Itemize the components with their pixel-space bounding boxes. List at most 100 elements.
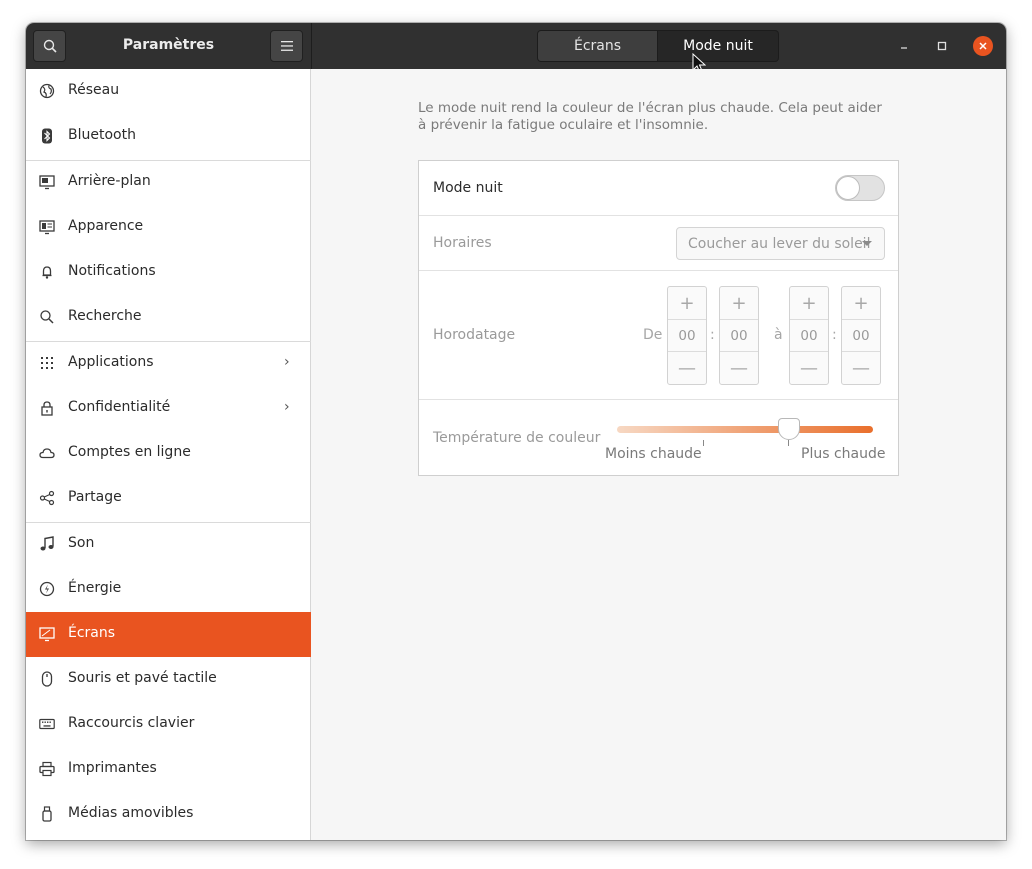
maximize-button[interactable] <box>932 36 952 56</box>
sidebar: Réseau Bluetooth Arrière-plan Apparence … <box>26 69 311 840</box>
chevron-down-icon <box>862 241 872 246</box>
decrement-button[interactable]: — <box>842 352 880 384</box>
sidebar-item-label: Recherche <box>68 308 142 324</box>
time-separator: : <box>710 327 715 343</box>
to-label: à <box>774 327 783 343</box>
temperature-label: Température de couleur <box>433 430 601 446</box>
sidebar-item-label: Applications <box>68 354 154 370</box>
schedule-dropdown[interactable]: Coucher au lever du soleil <box>676 227 885 260</box>
from-minutes-spinner[interactable]: + 00 — <box>719 286 759 385</box>
sidebar-item-imprimantes[interactable]: Imprimantes <box>26 747 311 792</box>
times-label: Horodatage <box>433 327 516 343</box>
power-icon <box>39 581 55 597</box>
temperature-slider-handle[interactable] <box>777 418 800 440</box>
keyboard-icon <box>39 718 55 730</box>
tab-mode-nuit[interactable]: Mode nuit <box>658 30 779 62</box>
mode-nuit-switch[interactable] <box>835 175 885 201</box>
sidebar-item-reseau[interactable]: Réseau <box>26 69 311 114</box>
to-minutes-value[interactable]: 00 <box>842 319 880 352</box>
sidebar-item-label: Souris et pavé tactile <box>68 670 217 686</box>
temperature-max-label: Plus chaude <box>801 446 886 462</box>
sidebar-item-ecrans[interactable]: Écrans <box>26 612 311 657</box>
minimize-button[interactable] <box>894 36 914 56</box>
sidebar-item-label: Notifications <box>68 263 156 279</box>
temperature-slider-track[interactable] <box>617 426 873 433</box>
increment-button[interactable]: + <box>668 287 706 319</box>
sidebar-item-applications[interactable]: Applications › <box>26 341 311 386</box>
lock-icon <box>41 401 53 416</box>
chevron-right-icon: › <box>284 354 290 370</box>
sidebar-item-label: Apparence <box>68 218 144 234</box>
sidebar-item-arriere-plan[interactable]: Arrière-plan <box>26 160 311 205</box>
sidebar-item-label: Comptes en ligne <box>68 444 191 460</box>
maximize-icon <box>937 41 947 51</box>
menu-button[interactable] <box>270 30 303 62</box>
share-icon <box>39 490 55 506</box>
temperature-min-label: Moins chaude <box>605 446 702 462</box>
sidebar-item-souris[interactable]: Souris et pavé tactile <box>26 657 311 702</box>
settings-window: Paramètres Écrans Mode nuit Réseau Bluet… <box>26 23 1006 840</box>
globe-icon <box>39 83 55 99</box>
minimize-icon <box>901 47 907 49</box>
sidebar-item-raccourcis[interactable]: Raccourcis clavier <box>26 702 311 747</box>
row-separator <box>419 215 898 216</box>
close-button[interactable] <box>973 36 993 56</box>
sidebar-item-label: Médias amovibles <box>68 805 194 821</box>
sidebar-item-partage[interactable]: Partage <box>26 476 311 521</box>
slider-mark <box>703 440 704 446</box>
decrement-button[interactable]: — <box>790 352 828 384</box>
sidebar-item-bluetooth[interactable]: Bluetooth <box>26 114 311 159</box>
tab-ecrans[interactable]: Écrans <box>537 30 658 62</box>
sidebar-item-label: Imprimantes <box>68 760 157 776</box>
close-icon <box>979 42 987 50</box>
chevron-right-icon: › <box>284 399 290 415</box>
from-hours-spinner[interactable]: + 00 — <box>667 286 707 385</box>
view-switcher: Écrans Mode nuit <box>537 30 779 62</box>
to-minutes-spinner[interactable]: + 00 — <box>841 286 881 385</box>
app-title: Paramètres <box>122 37 215 53</box>
to-hours-spinner[interactable]: + 00 — <box>789 286 829 385</box>
display-icon <box>39 627 55 642</box>
sidebar-item-comptes-en-ligne[interactable]: Comptes en ligne <box>26 431 311 476</box>
sidebar-item-notifications[interactable]: Notifications <box>26 250 311 295</box>
night-light-panel: Le mode nuit rend la couleur de l'écran … <box>311 69 1006 840</box>
printer-icon <box>39 761 55 777</box>
appearance-icon <box>39 220 55 235</box>
schedule-label: Horaires <box>433 235 492 251</box>
sidebar-item-label: Partage <box>68 489 122 505</box>
time-separator: : <box>832 327 837 343</box>
sidebar-item-label: Énergie <box>68 580 122 596</box>
sidebar-item-recherche[interactable]: Recherche <box>26 295 311 340</box>
header-bar: Paramètres Écrans Mode nuit <box>26 23 1006 74</box>
sidebar-item-energie[interactable]: Énergie <box>26 567 311 612</box>
sidebar-item-label: Arrière-plan <box>68 173 151 189</box>
increment-button[interactable]: + <box>720 287 758 319</box>
to-hours-value[interactable]: 00 <box>790 319 828 352</box>
mouse-icon <box>41 671 53 687</box>
decrement-button[interactable]: — <box>668 352 706 384</box>
decrement-button[interactable]: — <box>720 352 758 384</box>
increment-button[interactable]: + <box>842 287 880 319</box>
slider-mark <box>788 440 789 446</box>
switch-knob <box>836 176 860 200</box>
from-hours-value[interactable]: 00 <box>668 319 706 352</box>
mode-nuit-label: Mode nuit <box>433 180 503 196</box>
sidebar-item-confidentialite[interactable]: Confidentialité › <box>26 386 311 431</box>
sidebar-item-son[interactable]: Son <box>26 522 311 567</box>
apps-grid-icon <box>41 357 53 369</box>
sidebar-item-apparence[interactable]: Apparence <box>26 205 311 250</box>
search-icon <box>40 310 54 324</box>
hamburger-menu-icon <box>280 41 293 51</box>
sidebar-item-label: Confidentialité <box>68 399 171 415</box>
bluetooth-icon <box>42 128 52 144</box>
usb-drive-icon <box>42 806 52 822</box>
increment-button[interactable]: + <box>790 287 828 319</box>
search-button[interactable] <box>33 30 66 62</box>
from-minutes-value[interactable]: 00 <box>720 319 758 352</box>
schedule-value: Coucher au lever du soleil <box>688 235 871 252</box>
sidebar-item-label: Écrans <box>68 625 116 641</box>
sidebar-item-medias-amovibles[interactable]: Médias amovibles <box>26 792 311 837</box>
sidebar-item-label: Raccourcis clavier <box>68 715 195 731</box>
temperature-row: Température de couleur Moins chaude Plus… <box>419 400 898 475</box>
sidebar-item-label: Bluetooth <box>68 127 136 143</box>
